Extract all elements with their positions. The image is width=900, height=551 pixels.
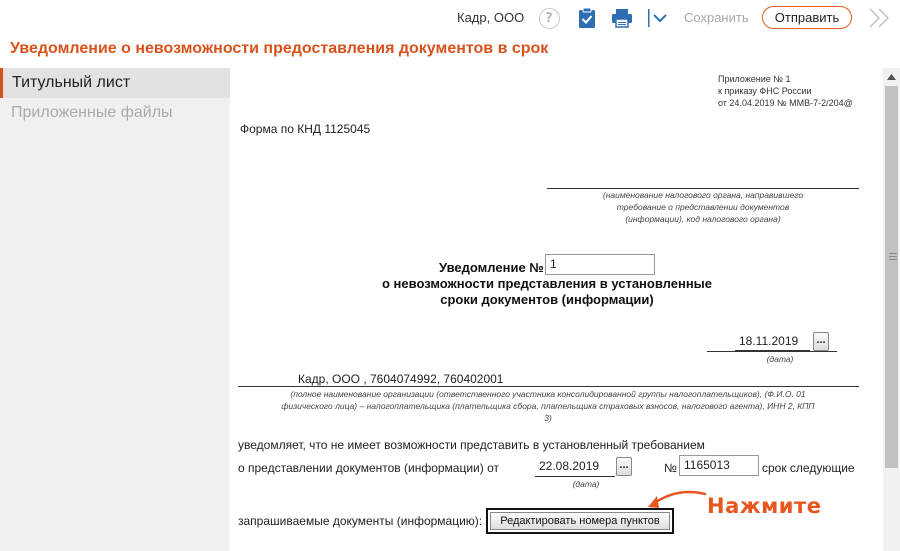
- sidebar-item-attached-files[interactable]: Приложенные файлы: [0, 98, 230, 128]
- send-button[interactable]: Отправить: [762, 6, 852, 29]
- notice-title-line1: о невозможности представления в установл…: [381, 276, 713, 291]
- top-toolbar: Кадр, ООО ? Сохранить Отправить: [0, 0, 900, 36]
- scroll-up-icon[interactable]: [883, 68, 900, 85]
- text-request-prefix: о представлении документов (информации) …: [238, 461, 499, 475]
- request-number-input[interactable]: 1165013: [679, 455, 759, 476]
- chevron-down-icon[interactable]: [648, 7, 670, 29]
- hint-arrow-icon: [648, 490, 707, 508]
- organization-caption: (полное наименование организации (ответс…: [281, 389, 815, 423]
- notice-date-input[interactable]: 18.11.2019: [735, 330, 810, 351]
- printer-icon[interactable]: [611, 7, 633, 29]
- sidebar-item-title-page[interactable]: Титульный лист: [0, 68, 230, 98]
- request-date-picker-button[interactable]: ...: [616, 457, 632, 476]
- notice-date-caption: (дата): [766, 354, 794, 364]
- notice-date-line: [707, 351, 837, 352]
- notice-date-picker-button[interactable]: ...: [813, 332, 829, 351]
- save-button[interactable]: Сохранить: [684, 10, 749, 25]
- tax-authority-caption: (наименование налогового органа, направи…: [602, 190, 804, 224]
- help-icon[interactable]: ?: [538, 7, 560, 29]
- notice-label: Уведомление №: [439, 260, 544, 275]
- page-title: Уведомление о невозможности предоставлен…: [10, 40, 549, 57]
- hint-label: Нажмите: [707, 494, 822, 518]
- scrollbar-thumb[interactable]: [885, 86, 898, 468]
- document-area: Приложение № 1 к приказу ФНС России от 2…: [230, 68, 883, 551]
- organization-name: Кадр, ООО: [457, 10, 525, 25]
- appendix-note: Приложение № 1 к приказу ФНС России от 2…: [718, 74, 853, 108]
- text-notifies: уведомляет, что не имеет возможности пре…: [238, 438, 705, 452]
- document-scrollbar[interactable]: [883, 68, 900, 551]
- text-requested: запрашиваемые документы (информацию):: [238, 514, 483, 528]
- organization-line: [238, 386, 859, 387]
- request-date-input[interactable]: 22.08.2019: [535, 456, 615, 477]
- number-sign: №: [664, 461, 677, 475]
- form-knd: Форма по КНД 1125045: [240, 122, 371, 136]
- sidebar: Титульный лист Приложенные файлы: [0, 68, 230, 551]
- request-date-caption: (дата): [572, 479, 600, 489]
- notice-number-input[interactable]: 1: [545, 254, 655, 275]
- notice-title-line2: сроки документов (информации): [440, 292, 654, 307]
- edit-item-numbers-button[interactable]: Редактировать номера пунктов: [490, 512, 670, 530]
- text-term: срок следующие: [762, 461, 855, 475]
- organization-value: Кадр, ООО , 7604074992, 760402001: [298, 372, 504, 386]
- collapse-panel-icon[interactable]: [866, 7, 900, 29]
- clipboard-check-icon[interactable]: [576, 7, 598, 29]
